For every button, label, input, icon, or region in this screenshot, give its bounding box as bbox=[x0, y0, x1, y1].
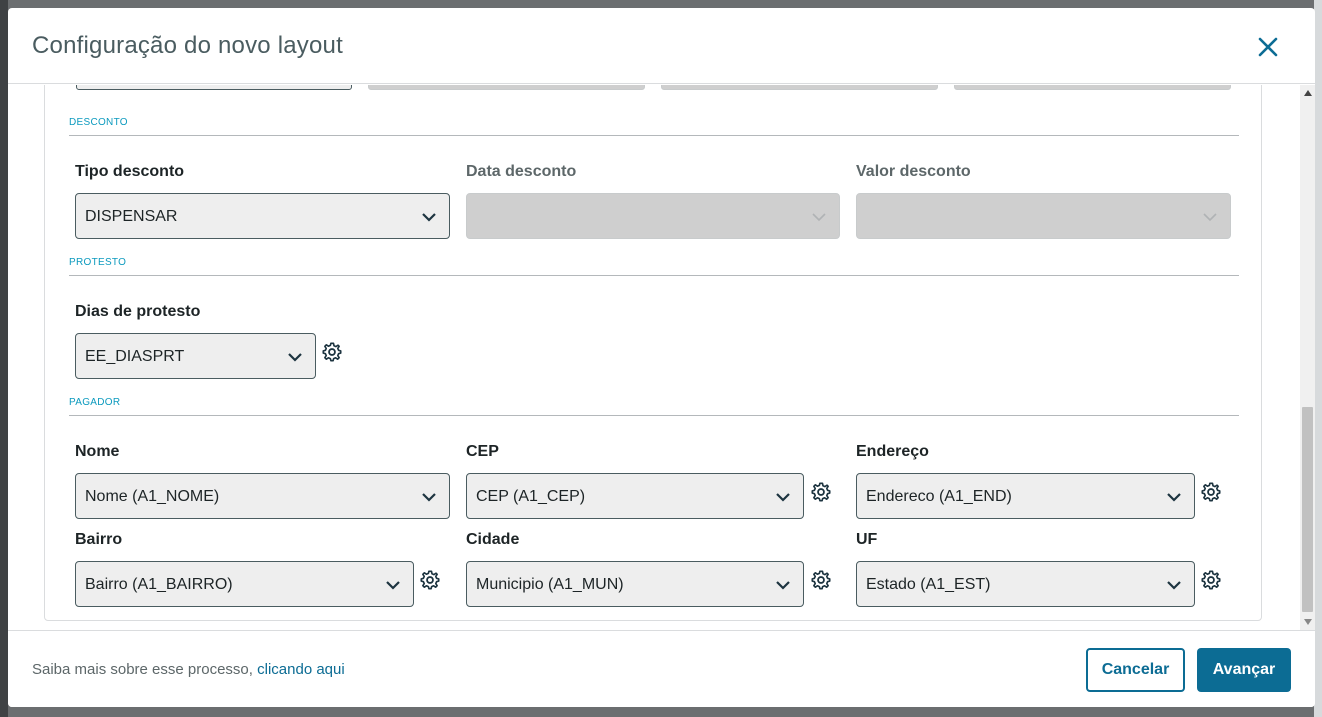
section-title-protesto: PROTESTO bbox=[69, 257, 127, 268]
tipo-desconto-value: DISPENSAR bbox=[85, 208, 178, 225]
gear-icon[interactable] bbox=[810, 481, 832, 503]
dialog-body: DESCONTO Tipo desconto DISPENSAR Data de… bbox=[8, 85, 1315, 630]
gear-icon[interactable] bbox=[1200, 569, 1222, 591]
cep-select[interactable]: CEP (A1_CEP) bbox=[466, 473, 804, 519]
help-text: Saiba mais sobre esse processo, clicando… bbox=[32, 661, 345, 678]
cidade-label: Cidade bbox=[466, 531, 520, 548]
section-title-pagador: PAGADOR bbox=[69, 397, 121, 408]
uf-select[interactable]: Estado (A1_EST) bbox=[856, 561, 1195, 607]
chevron-down-icon bbox=[288, 353, 302, 362]
scroll-up-icon[interactable] bbox=[1304, 90, 1312, 96]
chevron-down-icon bbox=[1167, 493, 1181, 502]
gear-icon[interactable] bbox=[810, 569, 832, 591]
gear-icon[interactable] bbox=[1200, 481, 1222, 503]
valor-desconto-label: Valor desconto bbox=[856, 163, 971, 180]
dias-protesto-label: Dias de protesto bbox=[75, 303, 201, 320]
chevron-down-icon bbox=[1203, 213, 1217, 222]
chevron-down-icon bbox=[386, 581, 400, 590]
help-link[interactable]: clicando aqui bbox=[257, 661, 345, 678]
endereco-value: Endereco (A1_END) bbox=[866, 488, 1012, 505]
layout-config-dialog: Configuração do novo layout DESCONTO Tip… bbox=[8, 8, 1315, 707]
cidade-value: Municipio (A1_MUN) bbox=[476, 576, 624, 593]
chevron-down-icon bbox=[1167, 581, 1181, 590]
gear-icon[interactable] bbox=[419, 569, 441, 591]
chevron-down-icon bbox=[812, 213, 826, 222]
bairro-select[interactable]: Bairro (A1_BAIRRO) bbox=[75, 561, 414, 607]
data-desconto-label: Data desconto bbox=[466, 163, 577, 180]
endereco-select[interactable]: Endereco (A1_END) bbox=[856, 473, 1195, 519]
section-title-desconto: DESCONTO bbox=[69, 117, 128, 128]
section-divider bbox=[69, 135, 1239, 136]
chevron-down-icon bbox=[422, 213, 436, 222]
scrollbar-thumb[interactable] bbox=[1302, 407, 1313, 612]
uf-value: Estado (A1_EST) bbox=[866, 576, 991, 593]
bairro-label: Bairro bbox=[75, 531, 123, 548]
tipo-desconto-select[interactable]: DISPENSAR bbox=[75, 193, 450, 239]
dialog-title: Configuração do novo layout bbox=[32, 32, 343, 59]
section-divider bbox=[69, 275, 1239, 276]
nome-label: Nome bbox=[75, 443, 120, 460]
cidade-select[interactable]: Municipio (A1_MUN) bbox=[466, 561, 804, 607]
cep-value: CEP (A1_CEP) bbox=[476, 488, 586, 505]
cancel-button[interactable]: Cancelar bbox=[1086, 648, 1185, 692]
valor-desconto-select bbox=[856, 193, 1231, 239]
nome-value: Nome (A1_NOME) bbox=[85, 488, 220, 505]
previous-field-select[interactable] bbox=[76, 85, 352, 90]
tipo-desconto-label: Tipo desconto bbox=[75, 163, 185, 180]
bairro-value: Bairro (A1_BAIRRO) bbox=[85, 576, 233, 593]
gear-icon[interactable] bbox=[321, 341, 343, 363]
previous-field-disabled-2 bbox=[661, 85, 938, 90]
next-button[interactable]: Avançar bbox=[1197, 648, 1291, 692]
dias-protesto-select[interactable]: EE_DIASPRT bbox=[75, 333, 316, 379]
background-app bbox=[0, 0, 8, 717]
dialog-footer: Saiba mais sobre esse processo, clicando… bbox=[8, 630, 1315, 707]
dias-protesto-value: EE_DIASPRT bbox=[85, 348, 185, 365]
previous-field-disabled-3 bbox=[954, 85, 1231, 90]
data-desconto-select bbox=[466, 193, 840, 239]
scroll-down-icon[interactable] bbox=[1304, 619, 1312, 625]
background-app-right bbox=[1314, 0, 1322, 717]
vertical-scrollbar[interactable] bbox=[1300, 85, 1315, 630]
previous-field-disabled-1 bbox=[368, 85, 645, 90]
nome-select[interactable]: Nome (A1_NOME) bbox=[75, 473, 450, 519]
section-divider bbox=[69, 415, 1239, 416]
chevron-down-icon bbox=[776, 493, 790, 502]
chevron-down-icon bbox=[422, 493, 436, 502]
close-icon[interactable] bbox=[1253, 32, 1283, 62]
chevron-down-icon bbox=[776, 581, 790, 590]
cep-label: CEP bbox=[466, 443, 499, 460]
help-text-prefix: Saiba mais sobre esse processo, bbox=[32, 661, 258, 678]
dialog-header: Configuração do novo layout bbox=[8, 8, 1315, 84]
uf-label: UF bbox=[856, 531, 878, 548]
endereco-label: Endereço bbox=[856, 443, 929, 460]
